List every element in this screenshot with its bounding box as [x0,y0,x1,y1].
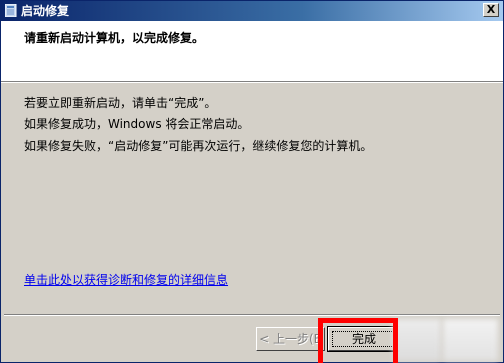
close-icon: X [486,3,496,16]
highlight-annotation [318,318,398,363]
back-button[interactable]: < 上一步(B [256,327,325,351]
blurred-area [443,319,498,361]
blurred-area [393,319,441,361]
startup-repair-window: 启动修复 X 请重新启动计算机，以完成修复。 若要立即重新启动，请单击“完成”。… [0,0,504,363]
close-button[interactable]: X [483,3,499,17]
header-panel: 请重新启动计算机，以完成修复。 [1,21,503,82]
window-title: 启动修复 [21,4,70,18]
body-text-success: 如果修复成功，Windows 将会正常启动。 [24,117,250,131]
title-bar[interactable]: 启动修复 X [1,1,503,21]
diagnostic-details-link[interactable]: 单击此处以获得诊断和修复的详细信息 [24,272,228,288]
header-instruction: 请重新启动计算机，以完成修复。 [24,31,205,45]
body-text-restart: 若要立即重新启动，请单击“完成”。 [24,96,217,110]
footer-separator [4,314,500,316]
app-window-icon [5,4,17,17]
body-text-failure: 如果修复失败，“启动修复”可能再次运行，继续修复您的计算机。 [24,139,373,153]
